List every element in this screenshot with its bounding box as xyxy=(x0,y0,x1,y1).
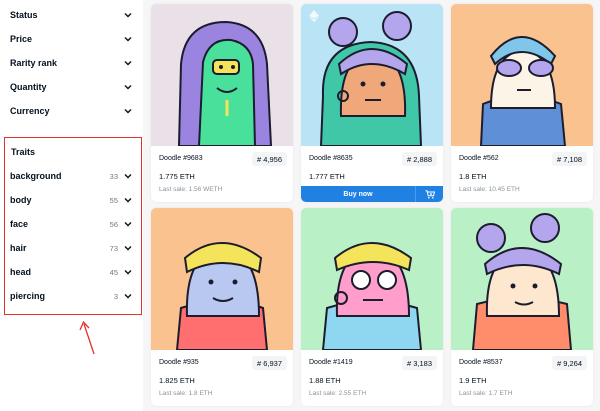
last-sale: Last sale: 2.55 ETH xyxy=(309,390,367,397)
trait-count: 73 xyxy=(109,243,118,253)
chevron-down-icon xyxy=(124,196,132,204)
trait-background[interactable]: background 33 xyxy=(10,168,132,184)
chevron-down-icon xyxy=(124,172,132,180)
card-title: Doodle #8537 xyxy=(459,359,503,366)
trait-count: 56 xyxy=(109,219,118,229)
filter-price[interactable]: Price xyxy=(10,29,132,49)
trait-count: 33 xyxy=(109,171,118,181)
buy-now-button[interactable]: Buy now xyxy=(301,186,416,202)
nft-card[interactable]: Doodle #1419 # 3,183 1.88 ETH Last sale:… xyxy=(301,208,443,406)
filter-label: Price xyxy=(10,34,33,44)
card-title: Doodle #1419 xyxy=(309,359,353,366)
last-sale: Last sale: 1.8 ETH xyxy=(159,390,213,397)
nft-card[interactable]: Doodle #562 # 7,108 1.8 ETH Last sale: 1… xyxy=(451,4,593,202)
rarity-badge: # 2,888 xyxy=(401,152,437,166)
card-price: 1.8 ETH xyxy=(459,172,487,181)
card-title: Doodle #8635 xyxy=(309,155,353,162)
card-price: 1.775 ETH xyxy=(159,172,195,181)
trait-head[interactable]: head 45 xyxy=(10,264,132,280)
doodle-image xyxy=(301,4,443,146)
trait-count: 3 xyxy=(113,291,118,301)
chevron-down-icon xyxy=(124,244,132,252)
trait-label: face xyxy=(10,219,29,229)
rarity-badge: # 4,956 xyxy=(251,152,287,166)
filter-label: Status xyxy=(10,10,38,20)
chevron-down-icon xyxy=(124,268,132,276)
last-sale: Last sale: 1.7 ETH xyxy=(459,390,513,397)
traits-panel: Traits background 33 body 55 face 56 hai… xyxy=(4,137,142,315)
nft-card[interactable]: Doodle #9683 # 4,956 1.775 ETH Last sale… xyxy=(151,4,293,202)
last-sale: Last sale: 1.56 WETH xyxy=(159,186,223,193)
nft-card[interactable]: Doodle #8635 # 2,888 1.777 ETH Buy now xyxy=(301,4,443,202)
trait-label: body xyxy=(10,195,32,205)
trait-count: 55 xyxy=(109,195,118,205)
chevron-down-icon xyxy=(124,83,132,91)
chevron-down-icon xyxy=(124,11,132,19)
filter-rarity-rank[interactable]: Rarity rank xyxy=(10,53,132,73)
filter-label: Quantity xyxy=(10,82,47,92)
last-sale: Last sale: 10.45 ETH xyxy=(459,186,520,193)
chevron-down-icon xyxy=(124,59,132,67)
rarity-badge: # 3,183 xyxy=(401,356,437,370)
rarity-badge: # 9,264 xyxy=(551,356,587,370)
doodle-image xyxy=(151,4,293,146)
trait-piercing[interactable]: piercing 3 xyxy=(10,288,132,304)
nft-card[interactable]: Doodle #935 # 6,937 1.825 ETH Last sale:… xyxy=(151,208,293,406)
nft-card[interactable]: Doodle #8537 # 9,264 1.9 ETH Last sale: … xyxy=(451,208,593,406)
card-title: Doodle #9683 xyxy=(159,155,203,162)
chevron-down-icon xyxy=(124,220,132,228)
cart-icon xyxy=(425,189,435,199)
annotation-arrow-icon xyxy=(79,320,95,355)
trait-face[interactable]: face 56 xyxy=(10,216,132,232)
card-price: 1.825 ETH xyxy=(159,376,195,385)
card-title: Doodle #935 xyxy=(159,359,199,366)
trait-hair[interactable]: hair 73 xyxy=(10,240,132,256)
doodle-image xyxy=(451,208,593,350)
chevron-down-icon xyxy=(124,35,132,43)
trait-label: background xyxy=(10,171,62,181)
doodle-image xyxy=(451,4,593,146)
buy-bar: Buy now xyxy=(301,186,443,202)
doodle-image xyxy=(151,208,293,350)
card-price: 1.777 ETH xyxy=(309,172,345,181)
ethereum-icon xyxy=(309,10,319,22)
traits-title: Traits xyxy=(11,147,36,157)
filter-status[interactable]: Status xyxy=(10,5,132,25)
card-title: Doodle #562 xyxy=(459,155,499,162)
card-price: 1.9 ETH xyxy=(459,376,487,385)
filter-currency[interactable]: Currency xyxy=(10,101,132,121)
chevron-down-icon xyxy=(124,292,132,300)
rarity-badge: # 7,108 xyxy=(551,152,587,166)
rarity-badge: # 6,937 xyxy=(251,356,287,370)
trait-count: 45 xyxy=(109,267,118,277)
chevron-down-icon xyxy=(124,107,132,115)
filter-quantity[interactable]: Quantity xyxy=(10,77,132,97)
filter-label: Rarity rank xyxy=(10,58,58,68)
trait-body[interactable]: body 55 xyxy=(10,192,132,208)
trait-label: head xyxy=(10,267,32,277)
filter-sidebar: Status Price Rarity rank Quantity Curren… xyxy=(0,0,143,411)
filter-label: Currency xyxy=(10,106,50,116)
trait-label: hair xyxy=(10,243,27,253)
card-price: 1.88 ETH xyxy=(309,376,341,385)
trait-label: piercing xyxy=(10,291,46,301)
doodle-image xyxy=(301,208,443,350)
add-to-cart-button[interactable] xyxy=(416,186,443,202)
